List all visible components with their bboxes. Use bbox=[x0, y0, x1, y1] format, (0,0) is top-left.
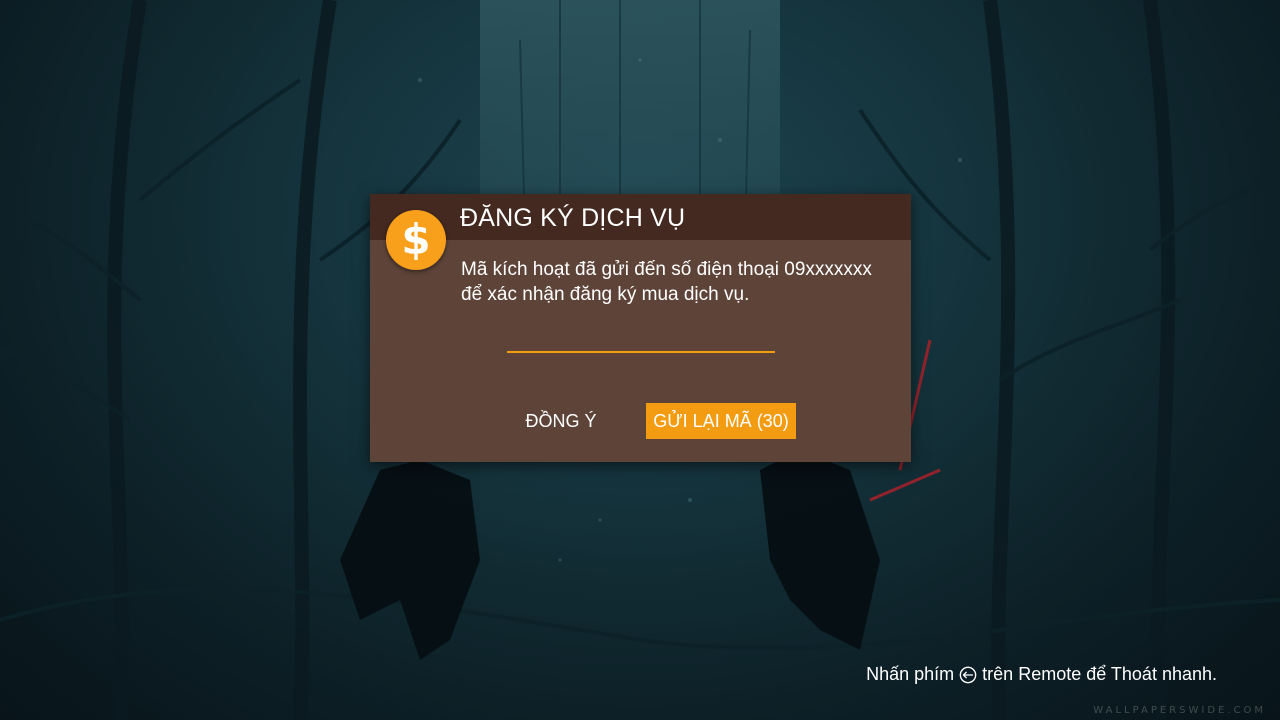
dollar-sign-icon: $ bbox=[386, 210, 446, 270]
agree-button[interactable]: ĐỒNG Ý bbox=[518, 403, 604, 439]
resend-code-button[interactable]: GỬI LẠI MÃ (30) bbox=[646, 403, 796, 439]
dialog-message: Mã kích hoạt đã gửi đến số điện thoại 09… bbox=[461, 257, 906, 307]
wallpaper-watermark: WALLPAPERSWIDE.COM bbox=[1093, 705, 1266, 716]
back-key-icon bbox=[959, 666, 977, 683]
register-service-dialog: ĐĂNG KÝ DỊCH VỤ $ Mã kích hoạt đã gửi đế… bbox=[370, 194, 911, 462]
exit-hint: Nhấn phím trên Remote để Thoát nhanh. bbox=[866, 664, 1217, 685]
hint-prefix: Nhấn phím bbox=[866, 664, 955, 684]
activation-code-input[interactable] bbox=[507, 319, 775, 353]
message-line-2: để xác nhận đăng ký mua dịch vụ. bbox=[461, 284, 750, 305]
hint-suffix: trên Remote để Thoát nhanh. bbox=[982, 664, 1217, 684]
dollar-symbol: $ bbox=[401, 215, 431, 264]
dialog-header: ĐĂNG KÝ DỊCH VỤ bbox=[370, 194, 911, 240]
message-line-1: Mã kích hoạt đã gửi đến số điện thoại 09… bbox=[461, 259, 872, 280]
dialog-title: ĐĂNG KÝ DỊCH VỤ bbox=[460, 204, 686, 232]
